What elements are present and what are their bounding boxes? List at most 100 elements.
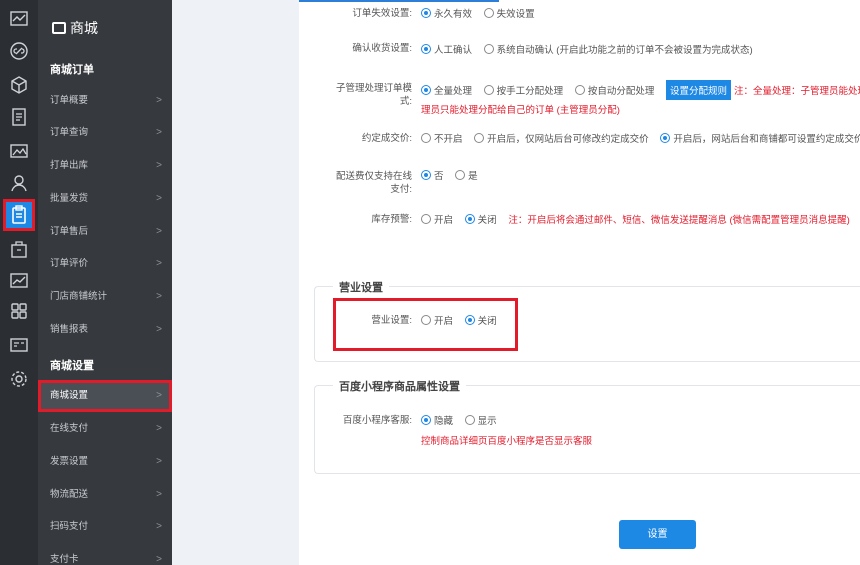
- link-icon[interactable]: [8, 40, 30, 62]
- chevron-right-icon: >: [156, 390, 162, 401]
- radio-group: 隐藏 显示: [421, 413, 506, 427]
- radio-option[interactable]: 永久有效: [421, 8, 472, 20]
- note-text: 理员只能处理分配给自己的订单 (主管理员分配): [421, 105, 620, 116]
- radio-unchecked[interactable]: [421, 214, 431, 224]
- radio-unchecked[interactable]: [474, 133, 485, 143]
- menu-item[interactable]: 打单出库 >: [38, 150, 172, 182]
- radio-option[interactable]: 关闭: [464, 214, 497, 226]
- radio-unchecked[interactable]: [483, 44, 494, 54]
- radio-checked[interactable]: [464, 214, 475, 224]
- icon-sidebar: [0, 0, 38, 565]
- document-icon[interactable]: [8, 106, 30, 128]
- chevron-right-icon: >: [156, 521, 162, 532]
- radio-unchecked[interactable]: [455, 170, 466, 180]
- menu-item[interactable]: 订单售后 >: [38, 216, 172, 248]
- radio-option[interactable]: 隐藏: [421, 415, 453, 427]
- field-label: 确认收货设置:: [352, 43, 412, 54]
- content-gutter: [172, 0, 299, 565]
- radio-group: 开启 关闭 注：开启后将会通过邮件、短信、微信发送提醒消息 (微信需配置管理员消…: [421, 212, 850, 226]
- radio-option[interactable]: 失效设置: [483, 8, 535, 20]
- user-icon[interactable]: [8, 172, 30, 194]
- radio-checked[interactable]: [421, 44, 431, 54]
- secondary-menu: 商城 商城订单 订单概要 > 订单查询 > 打单出库 > 批量发货 > 订单售后 > 订单…: [38, 0, 172, 565]
- chevron-right-icon: >: [156, 423, 162, 434]
- radio-option[interactable]: 开启后，网站后台和商铺都可设置约定成交价: [660, 133, 860, 145]
- radio-option[interactable]: 显示: [464, 415, 497, 427]
- note-text: 注：全量处理：子管理员能处理所: [733, 86, 860, 97]
- id-card-icon[interactable]: [8, 334, 30, 356]
- radio-checked[interactable]: [421, 170, 431, 180]
- note-text: 注：开启后将会通过邮件、短信、微信发送提醒消息 (微信需配置管理员消息提醒): [508, 215, 850, 226]
- menu-item[interactable]: 门店商铺统计 >: [38, 281, 172, 313]
- section-title-orders: 商城订单: [50, 64, 94, 76]
- field-label: 库存预警:: [371, 214, 412, 225]
- radio-option[interactable]: 人工确认: [421, 44, 472, 56]
- radio-option[interactable]: 全量处理: [421, 85, 472, 97]
- section-legend: 营业设置: [333, 279, 389, 295]
- chevron-right-icon: >: [156, 456, 162, 467]
- radio-unchecked[interactable]: [421, 133, 431, 143]
- radio-option[interactable]: 开启: [421, 214, 453, 226]
- chevron-right-icon: >: [156, 226, 162, 237]
- menu-item[interactable]: 在线支付 >: [38, 413, 172, 445]
- menu-item[interactable]: 扫码支付 >: [38, 511, 172, 543]
- save-button[interactable]: 设置: [619, 520, 696, 549]
- radio-option[interactable]: 按手工分配处理: [483, 85, 563, 97]
- highlight-box: [333, 298, 518, 351]
- chevron-right-icon: >: [156, 554, 162, 565]
- radio-checked[interactable]: [421, 85, 431, 95]
- radio-checked[interactable]: [421, 415, 431, 425]
- radio-group: 永久有效 失效设置: [421, 6, 544, 20]
- menu-brand: 商城: [52, 18, 98, 38]
- dashboard-chart-icon[interactable]: [8, 8, 30, 30]
- radio-option[interactable]: 开启后，仅网站后台可修改约定成交价: [474, 133, 649, 145]
- field-label: 式:: [399, 96, 412, 107]
- radio-group: 全量处理 按手工分配处理 按自动分配处理 设置分配规则 注：全量处理：子管理员能处…: [421, 80, 860, 100]
- chevron-right-icon: >: [156, 160, 162, 171]
- menu-item[interactable]: 订单评价 >: [38, 248, 172, 280]
- image-icon[interactable]: [8, 140, 30, 162]
- menu-item[interactable]: 订单概要 >: [38, 85, 172, 117]
- field-label: 配送费仅支持在线: [335, 171, 412, 182]
- menu-item[interactable]: 支付卡 >: [38, 544, 172, 565]
- shop-icon: [52, 22, 66, 34]
- radio-option[interactable]: 按自动分配处理: [574, 85, 654, 97]
- menu-item[interactable]: 订单查询 >: [38, 117, 172, 149]
- trend-chart-icon[interactable]: [8, 270, 30, 292]
- chevron-right-icon: >: [156, 324, 162, 335]
- radio-option[interactable]: 否: [421, 170, 444, 182]
- menu-item-mall-settings[interactable]: 商城设置 >: [38, 380, 172, 412]
- radio-unchecked[interactable]: [483, 8, 494, 18]
- settings-gear-icon[interactable]: [8, 368, 30, 390]
- baidu-settings-section: 百度小程序商品属性设置: [314, 378, 860, 474]
- chevron-right-icon: >: [156, 258, 162, 269]
- menu-item[interactable]: 销售报表 >: [38, 314, 172, 346]
- radio-checked[interactable]: [421, 8, 431, 18]
- top-progress-line: [299, 0, 499, 2]
- radio-option[interactable]: 系统自动确认 (开启此功能之前的订单不会被设置为完成状态): [483, 44, 753, 56]
- field-label: 订单失效设置:: [352, 8, 412, 19]
- assign-rules-button[interactable]: 设置分配规则: [665, 80, 731, 100]
- clipboard-icon[interactable]: [3, 199, 35, 231]
- radio-group: 否 是: [421, 168, 487, 182]
- field-label: 约定成交价:: [361, 133, 412, 144]
- radio-option[interactable]: 不开启: [421, 133, 463, 145]
- chevron-right-icon: >: [156, 489, 162, 500]
- menu-item[interactable]: 批量发货 >: [38, 183, 172, 215]
- radio-group: 人工确认 系统自动确认 (开启此功能之前的订单不会被设置为完成状态): [421, 42, 762, 56]
- grid-apps-icon[interactable]: [8, 300, 30, 322]
- chevron-right-icon: >: [156, 291, 162, 302]
- radio-unchecked[interactable]: [483, 85, 494, 95]
- chevron-right-icon: >: [156, 95, 162, 106]
- section-legend: 百度小程序商品属性设置: [333, 378, 466, 394]
- field-label: 支付:: [390, 184, 412, 195]
- radio-unchecked[interactable]: [464, 415, 475, 425]
- menu-item[interactable]: 发票设置 >: [38, 446, 172, 478]
- store-icon[interactable]: [8, 238, 30, 260]
- cube-icon[interactable]: [8, 74, 30, 96]
- menu-item[interactable]: 物流配送 >: [38, 479, 172, 511]
- radio-unchecked[interactable]: [574, 85, 585, 95]
- radio-checked[interactable]: [660, 133, 671, 143]
- field-label: 子管理处理订单模: [335, 83, 412, 94]
- radio-option[interactable]: 是: [455, 170, 478, 182]
